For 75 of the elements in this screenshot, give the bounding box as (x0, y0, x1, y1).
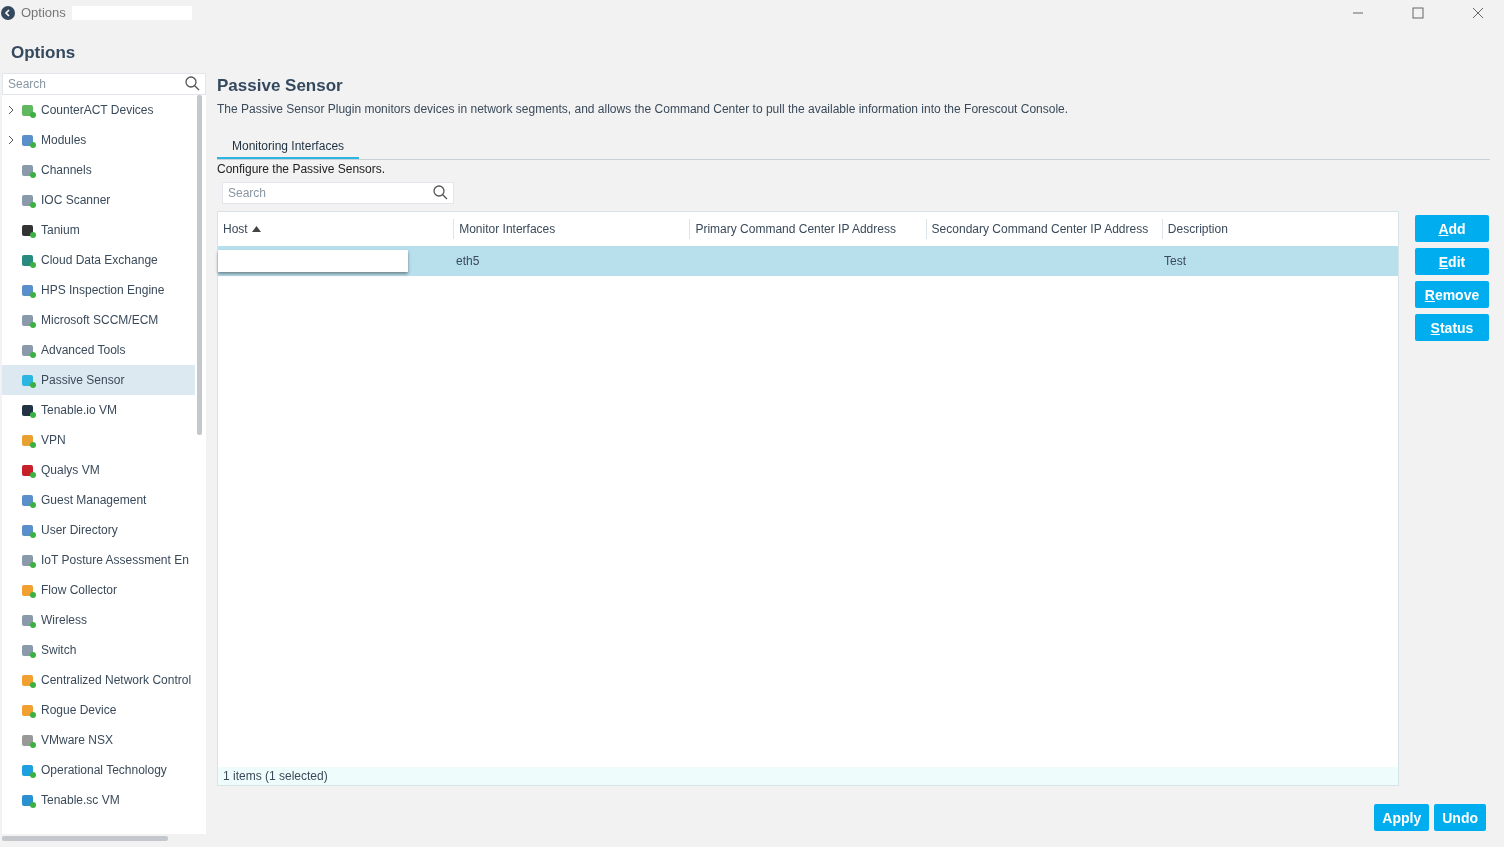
table-footer: 1 items (1 selected) (218, 767, 1398, 785)
sidebar-item[interactable]: Guest Management (2, 485, 195, 515)
sidebar-item[interactable]: Operational Technology (2, 755, 195, 785)
plugin-icon (21, 702, 36, 718)
tab[interactable]: Monitoring Interfaces (217, 135, 360, 159)
scrollbar-thumb[interactable] (2, 836, 168, 841)
plugin-icon (21, 432, 36, 448)
sidebar-item[interactable]: Passive Sensor (2, 365, 195, 395)
plugin-icon (21, 642, 36, 658)
instruction-text: Configure the Passive Sensors. (217, 162, 387, 176)
sidebar-item[interactable]: Switch (2, 635, 195, 665)
sidebar-item[interactable]: Channels (2, 155, 195, 185)
plugin-icon (21, 312, 36, 328)
sidebar-item[interactable]: IOC Scanner (2, 185, 195, 215)
plugin-icon (21, 762, 36, 778)
column-header[interactable]: Description (1161, 219, 1398, 239)
sidebar-item[interactable]: Qualys VM (2, 455, 195, 485)
sidebar-item[interactable]: User Directory (2, 515, 195, 545)
sidebar-item[interactable]: Tenable.sc VM (2, 785, 195, 815)
table-cell: Test (1164, 254, 1186, 268)
sidebar-item[interactable]: Centralized Network Control (2, 665, 195, 695)
plugin-icon (21, 282, 36, 298)
window-title: Options (21, 5, 66, 20)
chevron-icon[interactable] (7, 135, 15, 145)
maximize-icon[interactable] (1412, 6, 1424, 19)
sidebar-item[interactable]: Wireless (2, 605, 195, 635)
plugin-icon (21, 102, 36, 118)
plugin-icon (21, 162, 36, 178)
table-row[interactable]: eth5 Test (218, 246, 1398, 276)
sidebar-item[interactable]: HPS Inspection Engine (2, 275, 195, 305)
sidebar-item[interactable]: Advanced Tools (2, 335, 195, 365)
scrollbar-thumb[interactable] (197, 95, 202, 435)
plugin-icon (21, 132, 36, 148)
sort-up-icon (251, 226, 261, 232)
plugin-icon (21, 222, 36, 238)
plugin-icon (21, 672, 36, 688)
table-cell: eth5 (456, 254, 480, 268)
panel-title: Passive Sensor (217, 76, 344, 96)
sidebar-item[interactable]: Cloud Data Exchange (2, 245, 195, 275)
sidebar-item[interactable]: Tanium (2, 215, 195, 245)
close-icon[interactable] (1472, 6, 1484, 19)
page-heading: Options (10, 42, 77, 64)
column-header[interactable]: Secondary Command Center IP Address (925, 219, 1162, 239)
plugin-icon (21, 522, 36, 538)
plugin-icon (21, 612, 36, 628)
plugin-icon (21, 372, 36, 388)
column-header[interactable]: Monitor Interfaces (453, 219, 690, 239)
sidebar-item[interactable]: VPN (2, 425, 195, 455)
sidebar-item[interactable]: Modules (2, 125, 195, 155)
plugin-icon (21, 252, 36, 268)
plugin-icon (21, 462, 36, 478)
sidebar-item[interactable]: CounterACT Devices (2, 95, 195, 125)
sidebar-item[interactable]: Rogue Device (2, 695, 195, 725)
plugin-icon (21, 402, 36, 418)
plugin-icon (21, 552, 36, 568)
search-field[interactable]: Search (2, 73, 206, 95)
sidebar-item[interactable]: VMware NSX (2, 725, 195, 755)
plugin-icon (21, 342, 36, 358)
app-logo-icon (1, 5, 15, 20)
plugin-icon (21, 792, 36, 808)
sidebar-item[interactable]: IoT Posture Assessment En (2, 545, 195, 575)
column-header[interactable]: Host (218, 219, 454, 239)
sidebar-item[interactable]: Microsoft SCCM/ECM (2, 305, 195, 335)
sidebar-item[interactable]: Flow Collector (2, 575, 195, 605)
plugin-icon (21, 492, 36, 508)
plugin-icon (21, 732, 36, 748)
sidebar-item[interactable]: Tenable.io VM (2, 395, 195, 425)
plugin-icon (21, 192, 36, 208)
column-header[interactable]: Primary Command Center IP Address (689, 219, 926, 239)
plugin-icon (21, 582, 36, 598)
search-icon (433, 185, 448, 200)
chevron-icon[interactable] (7, 105, 15, 115)
panel-description: The Passive Sensor Plugin monitors devices in network segments, and allows the Command Center to pull the available information into the Forescout Console. (217, 102, 1070, 116)
search-field[interactable]: Search (222, 182, 454, 204)
search-icon (185, 76, 200, 91)
